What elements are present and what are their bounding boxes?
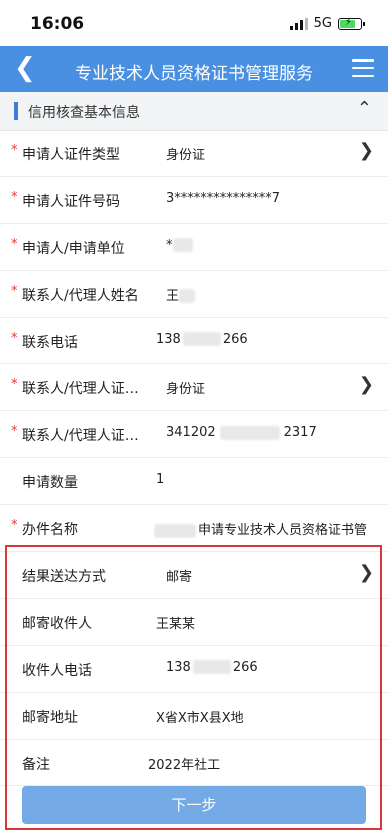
navbar: ❮ 专业技术人员资格证书管理服务: [0, 46, 388, 92]
field-value: 2022年社工: [148, 757, 221, 773]
field-value: 3***************7: [166, 190, 281, 206]
row-mail-recipient[interactable]: 邮寄收件人 王某某: [0, 599, 388, 646]
field-value: 1: [156, 472, 165, 488]
field-value: 王某某: [156, 616, 196, 632]
field-value: 身份证: [166, 148, 206, 163]
chevron-right-icon[interactable]: ❯: [359, 374, 374, 395]
section-header[interactable]: 信用核查基本信息 ⌃: [0, 92, 388, 131]
field-label: 申请人/申请单位: [22, 240, 125, 257]
field-label: 邮寄收件人: [22, 615, 92, 632]
row-applicant-unit[interactable]: * 申请人/申请单位 *: [0, 224, 388, 271]
row-applicant-id-type[interactable]: * 申请人证件类型 身份证 ❯: [0, 130, 388, 177]
field-label: 办件名称: [22, 522, 78, 539]
field-value: 身份证: [166, 382, 206, 398]
field-label: 邮寄地址: [22, 709, 78, 726]
required-marker: *: [11, 424, 18, 440]
section-accent-bar: [14, 102, 18, 120]
status-time: 16:06: [30, 14, 85, 34]
field-value: 138 266: [166, 659, 258, 675]
required-marker: *: [11, 377, 18, 393]
field-label: 联系电话: [22, 334, 78, 351]
field-label: 结果送达方式: [22, 569, 106, 586]
field-label: 申请数量: [22, 475, 78, 492]
row-case-name[interactable]: * 办件名称 申请专业技术人员资格证书管: [0, 505, 388, 553]
field-value: *: [166, 238, 193, 253]
field-label: 联系人/代理人证…: [22, 428, 139, 445]
field-value: X省X市X县X地: [156, 710, 244, 726]
required-marker: *: [11, 236, 18, 252]
menu-icon[interactable]: [352, 59, 374, 77]
field-value: 341202 2317: [166, 425, 317, 441]
field-value: 申请专业技术人员资格证书管: [154, 519, 380, 538]
required-marker: *: [11, 143, 18, 158]
battery-icon: ⚡: [338, 17, 365, 30]
signal-icon: [289, 17, 308, 30]
field-label: 申请人证件号码: [22, 193, 120, 210]
row-contact-phone[interactable]: * 联系电话 138 266: [0, 318, 388, 365]
status-icons: 5G ⚡: [289, 16, 365, 31]
field-value: 王: [166, 285, 196, 304]
row-apply-quantity[interactable]: 申请数量 1: [0, 458, 388, 506]
row-contact-name[interactable]: * 联系人/代理人姓名 王: [0, 271, 388, 318]
required-marker: *: [11, 330, 18, 346]
row-recipient-phone[interactable]: 收件人电话 138 266: [0, 646, 388, 693]
field-label: 申请人证件类型: [22, 147, 120, 163]
form-rows: * 申请人证件类型 身份证 ❯ * 申请人证件号码 3*************…: [0, 130, 388, 787]
section-title: 信用核查基本信息: [28, 105, 140, 121]
field-label: 联系人/代理人证…: [22, 381, 139, 398]
status-bar: 16:06 5G ⚡: [0, 0, 388, 46]
next-step-button[interactable]: 下一步: [22, 786, 366, 824]
field-value: 138 266: [156, 331, 248, 347]
row-contact-id-type[interactable]: * 联系人/代理人证… 身份证 ❯: [0, 364, 388, 412]
chevron-right-icon[interactable]: ❯: [359, 140, 374, 161]
row-applicant-id-number[interactable]: * 申请人证件号码 3***************7: [0, 177, 388, 224]
field-label: 联系人/代理人姓名: [22, 287, 139, 304]
required-marker: *: [11, 189, 18, 205]
row-contact-id-number[interactable]: * 联系人/代理人证… 341202 2317: [0, 411, 388, 459]
field-label: 收件人电话: [22, 662, 92, 679]
row-delivery-method[interactable]: 结果送达方式 邮寄 ❯: [0, 552, 388, 599]
field-value: 邮寄: [166, 570, 193, 586]
row-remark[interactable]: 备注 2022年社工: [0, 740, 388, 787]
page-title: 专业技术人员资格证书管理服务: [75, 64, 313, 84]
required-marker: *: [11, 518, 18, 534]
required-marker: *: [11, 283, 18, 299]
field-label: 备注: [22, 756, 50, 773]
network-label: 5G: [313, 16, 332, 31]
chevron-right-icon[interactable]: ❯: [359, 562, 374, 583]
chevron-up-icon[interactable]: ⌃: [357, 98, 372, 119]
row-mail-address[interactable]: 邮寄地址 X省X市X县X地: [0, 693, 388, 740]
